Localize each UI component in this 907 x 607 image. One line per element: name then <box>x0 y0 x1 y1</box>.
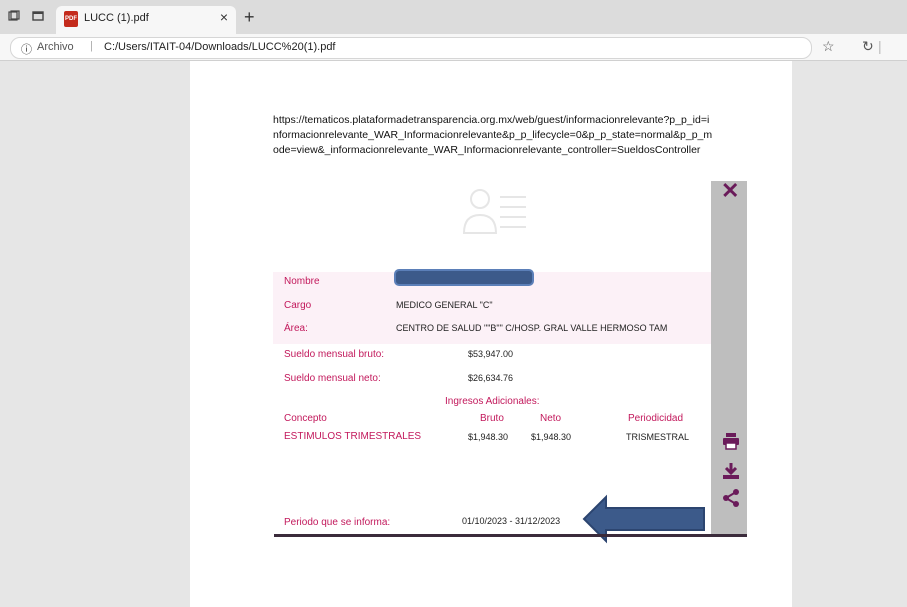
favorite-icon[interactable]: ☆ <box>822 38 835 55</box>
name-redaction <box>396 271 532 284</box>
file-scheme-label: Archivo <box>37 41 74 53</box>
col-header-concepto: Concepto <box>284 413 327 424</box>
pdf-icon: PDF <box>64 11 78 27</box>
row-periodicidad: TRISMESTRAL <box>626 432 690 442</box>
side-action-bar <box>711 181 747 535</box>
row-neto: $1,948.30 <box>531 432 572 442</box>
page-bottom-rule <box>274 534 747 537</box>
person-card-icon <box>462 189 526 234</box>
row-bruto: $1,948.30 <box>468 432 509 442</box>
bruto-value: $53,947.00 <box>468 349 514 359</box>
cargo-label: Cargo <box>284 300 312 311</box>
close-tab-button[interactable]: × <box>220 9 228 25</box>
workspaces-icon[interactable] <box>8 10 20 22</box>
tab-title: LUCC (1).pdf <box>84 12 149 24</box>
col-header-neto: Neto <box>540 413 562 424</box>
row-concepto: ESTIMULOS TRIMESTRALES <box>284 431 422 442</box>
tab-bar: PDF LUCC (1).pdf × + <box>0 0 907 34</box>
col-header-bruto: Bruto <box>480 413 504 424</box>
new-tab-button[interactable]: + <box>244 7 255 28</box>
tab-pdf[interactable]: PDF LUCC (1).pdf × <box>56 6 236 34</box>
url-text[interactable]: C:/Users/ITAIT-04/Downloads/LUCC%20(1).p… <box>104 41 336 53</box>
address-bar: ⓘ Archivo | C:/Users/ITAIT-04/Downloads/… <box>0 34 907 61</box>
toolbar-divider: | <box>878 38 882 54</box>
source-url-text: https://tematicos.plataformadetransparen… <box>273 114 713 156</box>
arrow-left-icon <box>582 494 705 544</box>
nombre-label: Nombre <box>284 276 320 287</box>
address-separator: | <box>90 40 93 52</box>
close-icon[interactable]: ✕ <box>721 178 739 204</box>
area-label: Área: <box>284 323 308 334</box>
url-field[interactable]: ⓘ Archivo | C:/Users/ITAIT-04/Downloads/… <box>10 37 812 59</box>
bruto-label: Sueldo mensual bruto: <box>284 349 385 360</box>
neto-value: $26,634.76 <box>468 373 514 383</box>
refresh-icon[interactable]: ↻ <box>862 38 874 55</box>
cargo-value: MEDICO GENERAL "C" <box>396 300 493 310</box>
periodo-label: Periodo que se informa: <box>284 517 391 528</box>
ingresos-title: Ingresos Adicionales: <box>445 396 540 407</box>
tab-actions-icon[interactable] <box>32 10 44 22</box>
print-icon[interactable] <box>722 432 740 450</box>
area-value: CENTRO DE SALUD ""B"" C/HOSP. GRAL VALLE… <box>396 323 668 333</box>
info-icon[interactable]: ⓘ <box>21 41 32 57</box>
periodo-value: 01/10/2023 - 31/12/2023 <box>462 516 561 526</box>
download-icon[interactable] <box>722 462 740 480</box>
neto-label: Sueldo mensual neto: <box>284 373 381 384</box>
col-header-periodicidad: Periodicidad <box>628 413 684 424</box>
share-icon[interactable] <box>722 489 740 507</box>
